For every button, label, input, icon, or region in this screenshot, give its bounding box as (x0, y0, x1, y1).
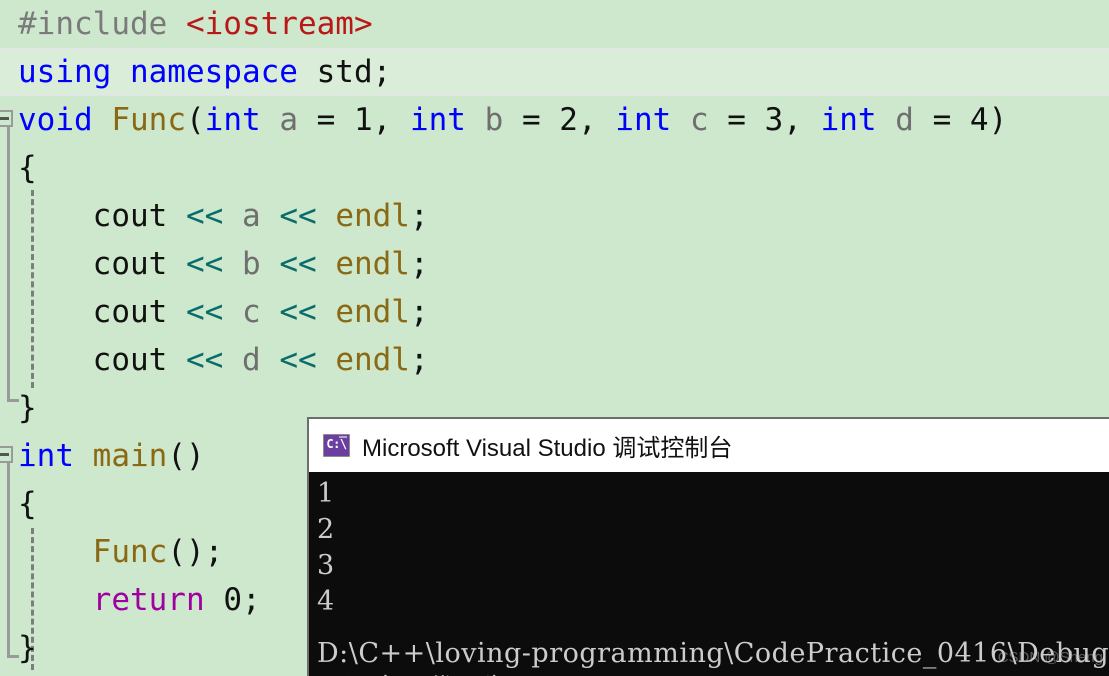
console-output-lines: 1 2 3 4 (317, 476, 1109, 620)
line-cout-b[interactable]: cout << b << endl; (0, 240, 1109, 288)
code-token: << (279, 198, 336, 234)
code-token: ( (185, 102, 205, 138)
line-func-sig[interactable]: void Func(int a = 1, int b = 2, int c = … (0, 96, 1109, 144)
line-include[interactable]: #include <iostream> (0, 0, 1109, 48)
code-token: << (185, 294, 242, 330)
console-output-line: 2 (317, 514, 335, 545)
code-token: , (783, 102, 821, 138)
code-token: << (185, 198, 242, 234)
screen-root: #include <iostream> using namespace std; v… (0, 0, 1109, 676)
console-path-line: D:\C++\loving-programming\CodePractice_0… (317, 638, 1109, 669)
code-token: #include (18, 6, 186, 42)
code-token: int (820, 102, 896, 138)
code-token: int (204, 102, 280, 138)
console-output-area[interactable]: 1 2 3 4 D:\C++\loving-programming\CodePract… (309, 472, 1109, 676)
code-token: return (92, 582, 224, 618)
code-token: ; (409, 198, 429, 234)
console-output-line: 4 (317, 586, 335, 617)
code-token: << (279, 294, 336, 330)
code-token: , (577, 102, 616, 138)
code-token: void (18, 102, 112, 138)
console-partial-line: 已退出，代码为 0。 (317, 672, 1109, 676)
code-token: () (167, 438, 205, 474)
code-token: (); (167, 534, 224, 570)
code-token: { (18, 150, 37, 186)
code-token: } (18, 630, 37, 666)
code-token: a (279, 102, 317, 138)
code-token: ; (409, 246, 429, 282)
code-token: << (279, 342, 336, 378)
code-token: ) (988, 102, 1008, 138)
code-token: 0; (223, 582, 261, 618)
code-token: endl (335, 198, 410, 234)
code-token: endl (335, 246, 410, 282)
line-func-open[interactable]: { (0, 144, 1109, 192)
line-cout-c[interactable]: cout << c << endl; (0, 288, 1109, 336)
code-token: 2 (559, 102, 578, 138)
code-token: { (18, 486, 37, 522)
code-token: int (615, 102, 690, 138)
code-token: int (18, 438, 93, 474)
code-token: 1 (353, 102, 373, 138)
line-cout-a[interactable]: cout << a << endl; (0, 192, 1109, 240)
code-token: ; (409, 342, 429, 378)
code-token: 4 (969, 102, 989, 138)
code-token: << (185, 342, 242, 378)
code-token: = (316, 102, 354, 138)
code-token: << (185, 246, 242, 282)
code-token: cout (18, 246, 186, 282)
code-token: endl (335, 294, 410, 330)
code-token: int (409, 102, 485, 138)
code-token: main (92, 438, 168, 474)
console-titlebar[interactable]: C:\ Microsoft Visual Studio 调试控制台 (309, 419, 1109, 472)
console-window[interactable]: C:\ Microsoft Visual Studio 调试控制台 1 2 3 4 D… (307, 417, 1109, 676)
code-token: b (484, 102, 522, 138)
code-token: } (18, 390, 37, 426)
console-title: Microsoft Visual Studio 调试控制台 (362, 435, 733, 462)
console-app-icon: C:\ (323, 434, 350, 457)
code-token: cout (18, 294, 186, 330)
code-token: b (241, 246, 280, 282)
code-token: cout (18, 198, 186, 234)
console-icon-label: C:\ (326, 437, 347, 451)
code-token: d (895, 102, 933, 138)
console-output-line: 1 (317, 478, 335, 509)
code-token: <iostream> (185, 6, 373, 42)
code-token: = (932, 102, 970, 138)
code-token: = (521, 102, 560, 138)
code-token: std; (316, 54, 392, 90)
code-token: , (372, 102, 410, 138)
code-token: c (241, 294, 280, 330)
code-token: = (727, 102, 765, 138)
code-token: endl (335, 342, 410, 378)
line-using[interactable]: using namespace std; (0, 48, 1109, 96)
code-token: cout (18, 342, 186, 378)
code-token: c (689, 102, 728, 138)
code-token: ; (409, 294, 429, 330)
code-token: Func (111, 102, 186, 138)
code-token: 3 (764, 102, 784, 138)
code-token: using namespace (18, 54, 317, 90)
code-token: Func (92, 534, 168, 570)
console-output-line: 3 (317, 550, 335, 581)
code-token: d (241, 342, 280, 378)
code-token: << (279, 246, 336, 282)
line-cout-d[interactable]: cout << d << endl; (0, 336, 1109, 384)
code-token: a (241, 198, 280, 234)
